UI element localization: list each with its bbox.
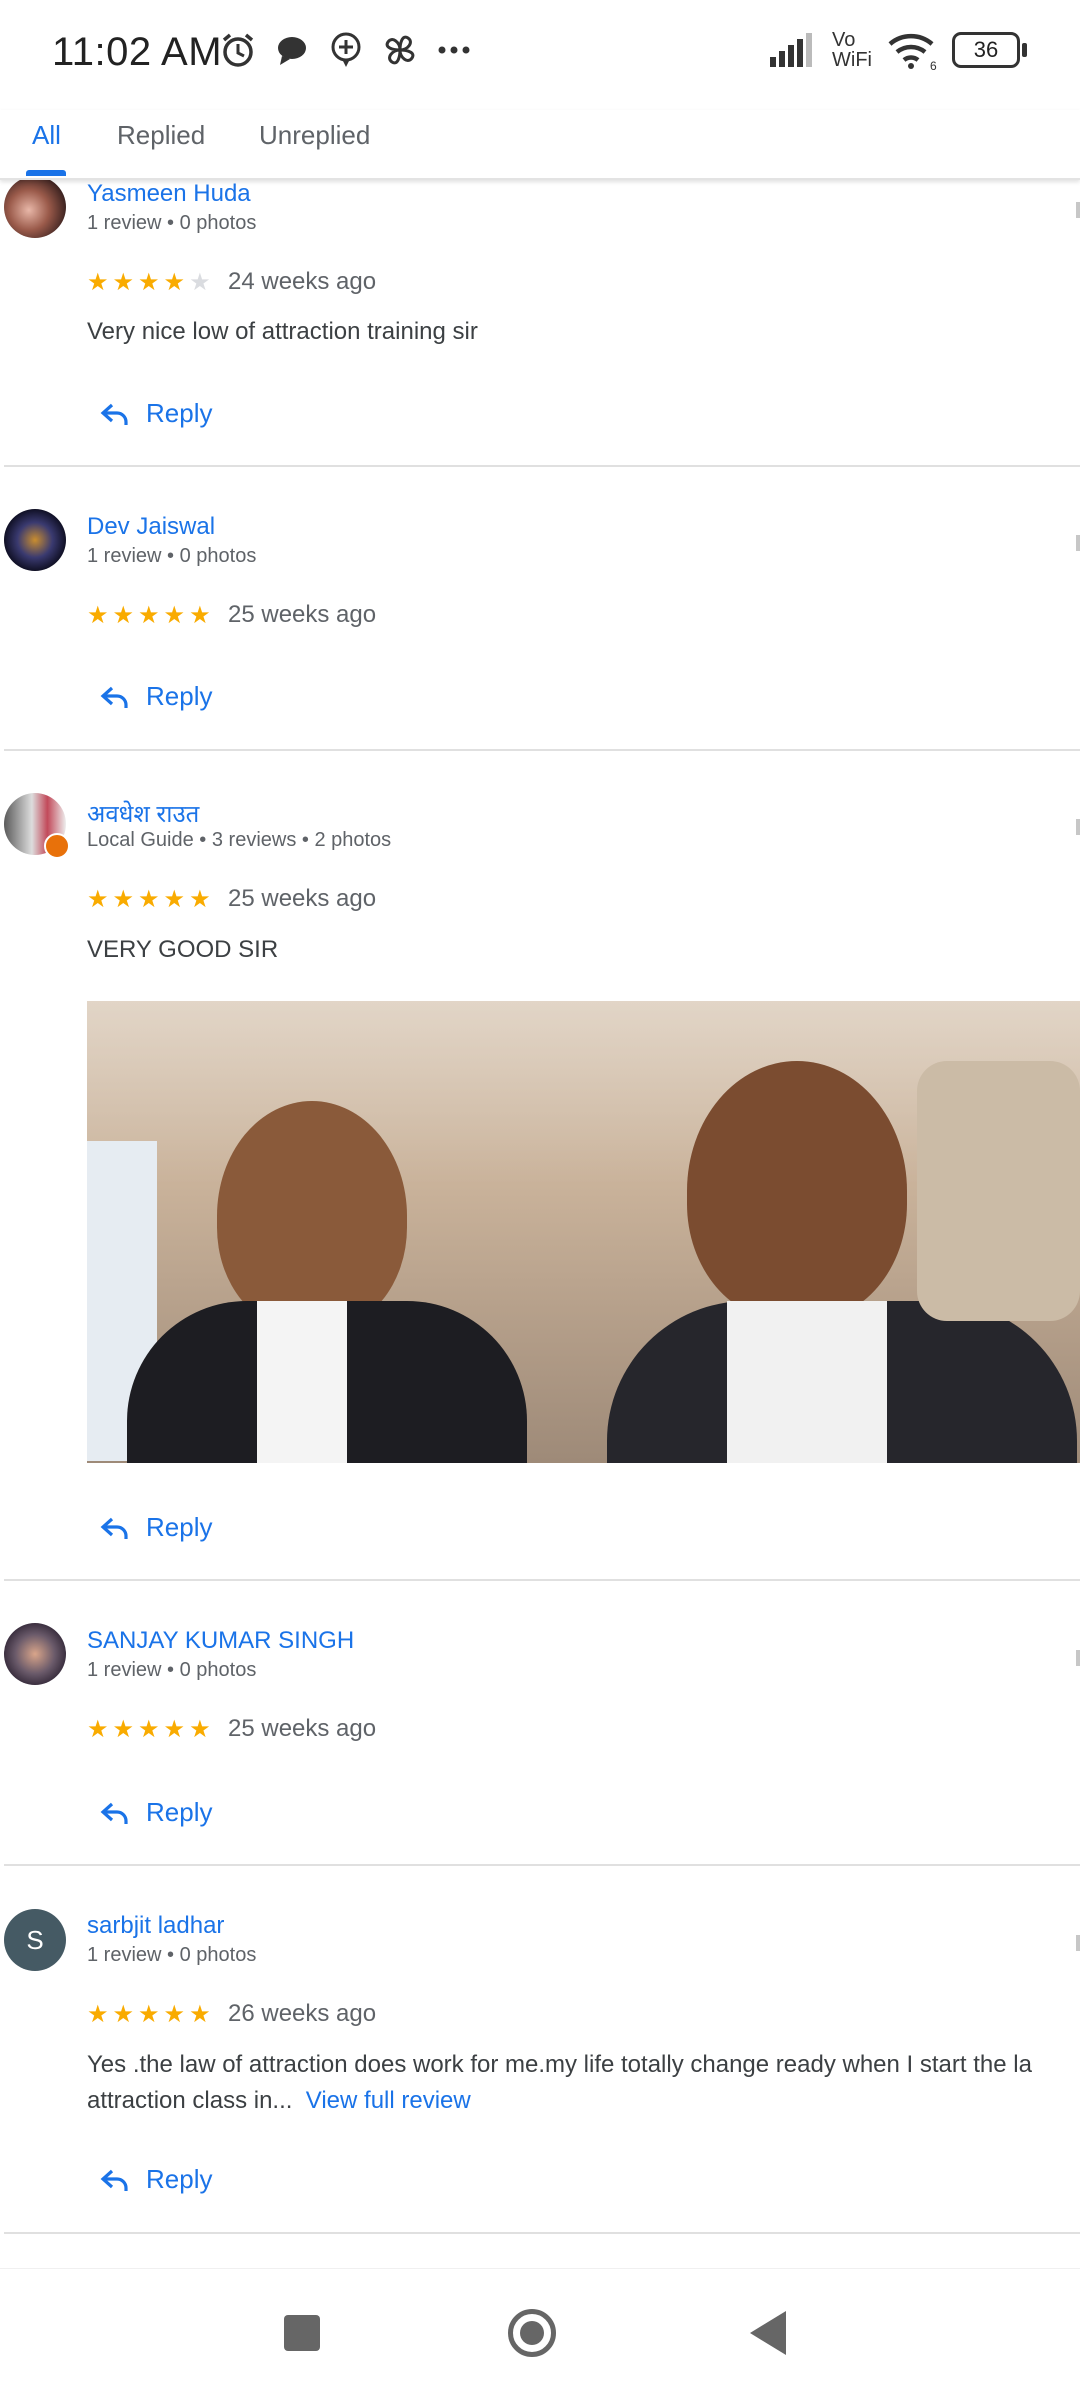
overflow-indicator	[1076, 535, 1080, 551]
review-filter-tabs: All Replied Unreplied	[0, 110, 1080, 180]
star-icon: ★	[112, 1716, 135, 1743]
reviewer-name[interactable]: SANJAY KUMAR SINGH	[87, 1627, 354, 1655]
divider	[4, 1579, 1080, 1581]
star-icon: ★	[163, 1716, 186, 1743]
star-empty-icon: ★	[189, 269, 211, 296]
reviewer-meta: 1 review • 0 photos	[87, 212, 257, 234]
reply-button[interactable]: Reply	[100, 2164, 212, 2195]
active-tab-indicator	[26, 170, 66, 176]
overflow-indicator	[1076, 202, 1080, 218]
system-nav-bar	[0, 2268, 1080, 2401]
reply-button[interactable]: Reply	[100, 681, 212, 712]
star-icon: ★	[138, 602, 160, 629]
reply-button[interactable]: Reply	[100, 398, 212, 429]
reviewer-avatar[interactable]	[4, 1623, 66, 1685]
reviewer-name[interactable]: Dev Jaiswal	[87, 513, 215, 541]
review-text: Very nice low of attraction training sir	[87, 318, 478, 345]
star-icon: ★	[138, 886, 160, 913]
status-bar: 11:02 AM Vo WiFi 6 36	[0, 0, 1080, 110]
star-icon: ★	[189, 1716, 211, 1743]
star-icon: ★	[112, 269, 135, 296]
alarm-icon	[222, 33, 254, 67]
status-notification-icons	[218, 30, 474, 70]
tab-replied[interactable]: Replied	[117, 120, 205, 151]
star-icon: ★	[87, 269, 109, 296]
status-time: 11:02 AM	[52, 30, 223, 74]
signal-icon	[770, 33, 813, 67]
vowifi-indicator: Vo WiFi	[832, 29, 872, 71]
star-icon: ★	[189, 602, 211, 629]
chat-icon	[278, 37, 306, 65]
reviewer-name[interactable]: अवधेश राउत	[87, 797, 199, 830]
review-text: VERY GOOD SIR	[87, 936, 279, 963]
reply-icon	[100, 2169, 128, 2191]
reply-button[interactable]: Reply	[100, 1512, 212, 1543]
overflow-indicator	[1076, 1650, 1080, 1666]
star-icon: ★	[163, 886, 186, 913]
reply-button[interactable]: Reply	[100, 1797, 212, 1828]
tab-all[interactable]: All	[32, 120, 61, 151]
star-icon: ★	[138, 269, 160, 296]
star-rating: ★ ★ ★ ★ ★	[87, 268, 211, 297]
view-full-review-link[interactable]: View full review	[306, 2087, 471, 2114]
review-time: 24 weeks ago	[228, 268, 377, 295]
nav-back-icon[interactable]	[750, 2311, 786, 2355]
star-rating: ★ ★ ★ ★ ★	[87, 2000, 211, 2029]
reply-icon	[100, 1802, 128, 1824]
reviewer-meta: Local Guide • 3 reviews • 2 photos	[87, 829, 392, 851]
overflow-indicator	[1076, 1935, 1080, 1951]
reply-icon	[100, 403, 128, 425]
more-dots-icon	[438, 46, 470, 54]
star-icon: ★	[112, 886, 135, 913]
star-rating: ★ ★ ★ ★ ★	[87, 1715, 211, 1744]
star-icon: ★	[163, 269, 186, 296]
review-time: 25 weeks ago	[228, 1715, 377, 1742]
status-system-icons: Vo WiFi 6 36	[770, 29, 1027, 71]
divider	[4, 1864, 1080, 1866]
reviewer-meta: 1 review • 0 photos	[87, 545, 257, 567]
reviewer-name[interactable]: sarbjit ladhar	[87, 1912, 224, 1940]
add-location-icon	[331, 32, 361, 67]
overflow-indicator	[1076, 819, 1080, 835]
reviewer-name[interactable]: Yasmeen Huda	[87, 180, 251, 208]
reply-icon	[100, 686, 128, 708]
review-time: 25 weeks ago	[228, 601, 377, 628]
battery-icon: 36	[952, 32, 1027, 68]
review-time: 25 weeks ago	[228, 885, 377, 912]
star-icon: ★	[87, 2001, 109, 2028]
fan-icon	[385, 35, 415, 65]
nav-recent-icon[interactable]	[284, 2315, 320, 2351]
review-photo[interactable]	[87, 1001, 1080, 1463]
star-icon: ★	[112, 602, 135, 629]
reviewer-avatar[interactable]	[4, 509, 66, 571]
star-icon: ★	[87, 886, 109, 913]
divider	[4, 465, 1080, 467]
star-rating: ★ ★ ★ ★ ★	[87, 885, 211, 914]
star-icon: ★	[163, 602, 186, 629]
reply-icon	[100, 1517, 128, 1539]
reviewer-meta: 1 review • 0 photos	[87, 1944, 257, 1966]
divider	[4, 749, 1080, 751]
review-text: Yes .the law of attraction does work for…	[87, 2051, 1032, 2114]
reviewer-avatar[interactable]	[4, 176, 66, 238]
star-icon: ★	[189, 2001, 211, 2028]
star-icon: ★	[138, 2001, 160, 2028]
tab-unreplied[interactable]: Unreplied	[259, 120, 370, 151]
nav-home-icon[interactable]	[508, 2309, 556, 2357]
local-guide-badge-icon	[44, 833, 70, 859]
star-icon: ★	[87, 1716, 109, 1743]
star-rating: ★ ★ ★ ★ ★	[87, 601, 211, 630]
reviewer-meta: 1 review • 0 photos	[87, 1659, 257, 1681]
review-time: 26 weeks ago	[228, 2000, 377, 2027]
divider	[4, 2232, 1080, 2234]
star-icon: ★	[87, 602, 109, 629]
star-icon: ★	[189, 886, 211, 913]
star-icon: ★	[163, 2001, 186, 2028]
star-icon: ★	[112, 2001, 135, 2028]
wifi-icon: 6	[888, 33, 937, 70]
svg-text:6: 6	[930, 59, 937, 70]
reviewer-avatar[interactable]: S	[4, 1909, 66, 1971]
star-icon: ★	[138, 1716, 160, 1743]
